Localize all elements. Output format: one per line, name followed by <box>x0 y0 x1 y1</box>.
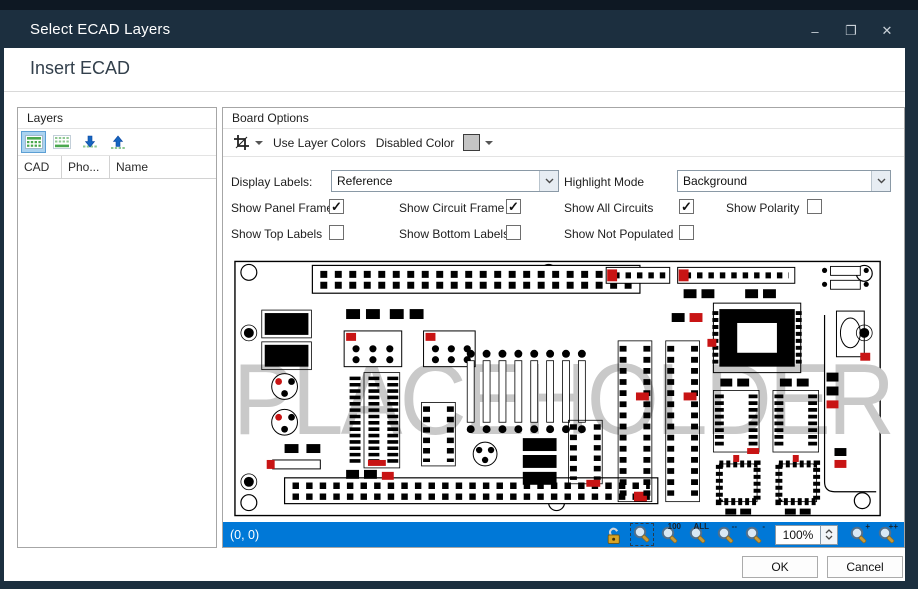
disabled-color-swatch[interactable] <box>463 134 480 151</box>
minimize-button[interactable]: – <box>802 20 828 42</box>
zoom-selection-icon[interactable] <box>630 523 654 546</box>
display-labels-label: Display Labels: <box>231 175 312 189</box>
hide-layers-grid-icon[interactable] <box>49 131 74 153</box>
column-header-name[interactable]: Name <box>110 156 216 179</box>
zoom-all-icon[interactable]: ALL <box>686 523 710 546</box>
show-circuit-frame-checkbox[interactable] <box>506 199 521 214</box>
layers-list[interactable] <box>18 179 216 547</box>
zoom-spin-buttons[interactable] <box>821 525 838 545</box>
show-bottom-labels-checkbox[interactable] <box>506 225 521 240</box>
move-layer-down-icon[interactable] <box>77 131 102 153</box>
zoom-level-input[interactable]: 100% <box>775 525 821 545</box>
disabled-color-button[interactable]: Disabled Color <box>373 132 497 153</box>
crop-button[interactable] <box>230 132 266 153</box>
display-labels-combobox[interactable]: Reference <box>331 170 559 192</box>
zoom-in-double-icon[interactable]: ++ <box>875 523 899 546</box>
use-layer-colors-button[interactable]: Use Layer Colors <box>270 134 369 152</box>
move-layer-up-icon[interactable] <box>105 131 130 153</box>
zoom-100-icon[interactable]: 100 <box>658 523 682 546</box>
dialog-header: Insert ECAD <box>4 48 905 92</box>
zoom-out-icon[interactable]: - <box>742 523 766 546</box>
layers-panel: Layers <box>17 107 217 548</box>
unlock-icon[interactable] <box>602 523 626 546</box>
show-bottom-labels-label: Show Bottom Labels <box>399 227 509 241</box>
maximize-button[interactable]: ❐ <box>838 20 864 42</box>
show-all-circuits-label: Show All Circuits <box>564 201 653 215</box>
titlebar[interactable]: Select ECAD Layers – ❐ ✕ <box>0 10 918 48</box>
show-polarity-checkbox[interactable] <box>807 199 822 214</box>
board-options-title: Board Options <box>223 108 904 129</box>
zoom-toolbar: 100 ALL -- - 100% <box>602 523 904 546</box>
highlight-mode-label: Highlight Mode <box>564 175 644 189</box>
show-all-layers-grid-icon[interactable] <box>21 131 46 153</box>
close-button[interactable]: ✕ <box>874 20 900 42</box>
spin-up-icon[interactable] <box>825 529 833 534</box>
zoom-in-icon[interactable]: + <box>847 523 871 546</box>
board-preview-viewport[interactable]: PLACEHOLDER <box>229 253 900 524</box>
show-not-populated-label: Show Not Populated <box>564 227 673 241</box>
show-all-circuits-checkbox[interactable] <box>679 199 694 214</box>
disabled-color-caret[interactable] <box>485 141 493 145</box>
crop-dropdown-caret[interactable] <box>255 141 263 145</box>
show-top-labels-checkbox[interactable] <box>329 225 344 240</box>
board-options-toolbar: Use Layer Colors Disabled Color <box>223 129 904 157</box>
layers-toolbar <box>18 129 216 156</box>
column-header-cad[interactable]: CAD <box>18 156 62 179</box>
cancel-button[interactable]: Cancel <box>827 556 903 578</box>
column-header-photo[interactable]: Pho... <box>62 156 110 179</box>
show-panel-frame-checkbox[interactable] <box>329 199 344 214</box>
show-not-populated-checkbox[interactable] <box>679 225 694 240</box>
show-circuit-frame-label: Show Circuit Frame <box>399 201 504 215</box>
cursor-coordinates: (0, 0) <box>223 528 259 542</box>
board-preview-image: PLACEHOLDER <box>229 253 900 524</box>
highlight-mode-combobox[interactable]: Background <box>677 170 891 192</box>
insert-ecad-dialog: Insert ECAD Layers <box>4 48 905 581</box>
preview-statusbar: (0, 0) 100 ALL <box>223 522 904 547</box>
chevron-down-icon[interactable] <box>871 171 890 191</box>
show-polarity-label: Show Polarity <box>726 201 799 215</box>
window-top-border <box>0 0 918 10</box>
show-panel-frame-label: Show Panel Frame <box>231 201 333 215</box>
chevron-down-icon[interactable] <box>539 171 558 191</box>
board-options-panel: Board Options Use Layer Colors Disabled … <box>222 107 905 548</box>
spin-down-icon[interactable] <box>825 535 833 540</box>
show-top-labels-label: Show Top Labels <box>231 227 322 241</box>
crop-icon <box>233 134 250 151</box>
zoom-out-double-icon[interactable]: -- <box>714 523 738 546</box>
ok-button[interactable]: OK <box>742 556 818 578</box>
window-title: Select ECAD Layers <box>30 21 170 38</box>
zoom-level-spinner: 100% <box>775 525 838 545</box>
layers-column-headers: CAD Pho... Name <box>18 156 216 179</box>
layers-panel-title: Layers <box>18 108 216 129</box>
page-title: Insert ECAD <box>30 58 130 79</box>
